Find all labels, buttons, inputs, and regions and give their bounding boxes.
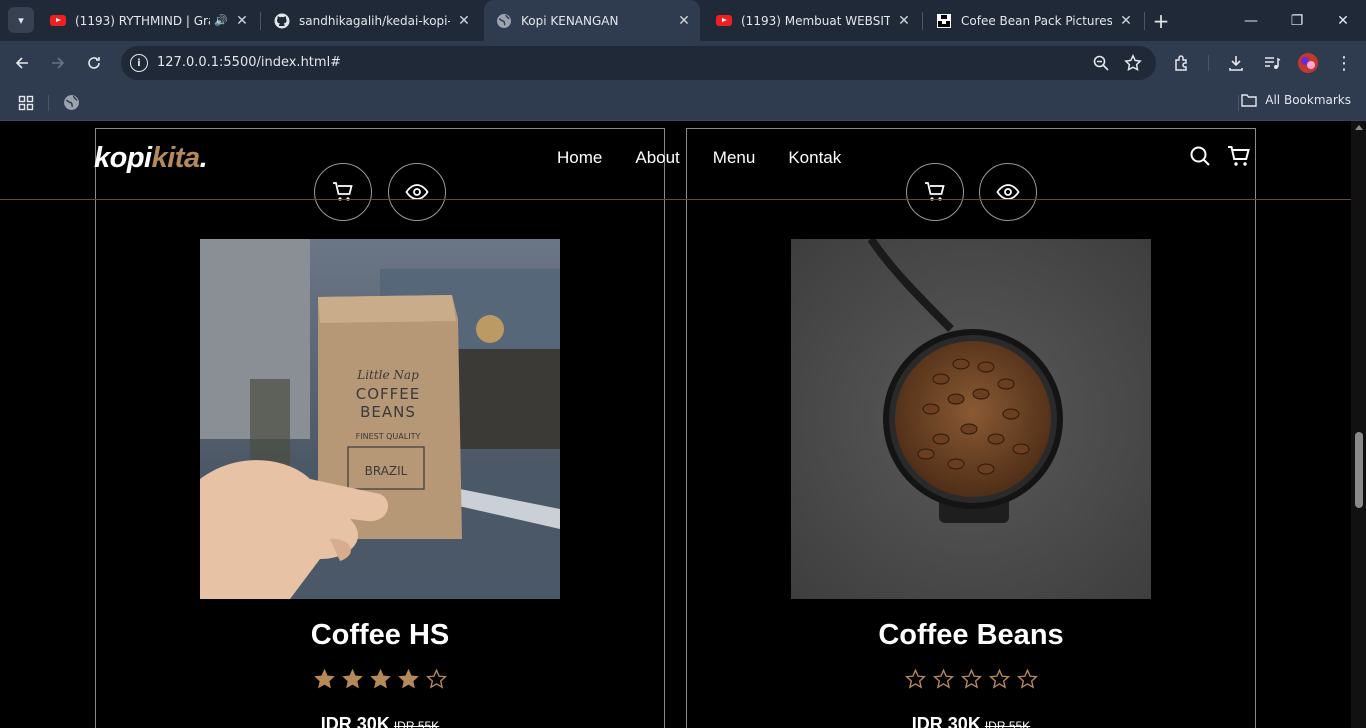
product-price: IDR 30K IDR 55K	[96, 714, 664, 728]
close-tab-icon[interactable]: ✕	[896, 13, 912, 29]
unsplash-icon	[936, 13, 952, 29]
star-filled-icon	[341, 669, 363, 689]
svg-text:COFFEE: COFFEE	[356, 385, 421, 403]
star-outline-icon	[988, 669, 1010, 689]
page-viewport: Little Nap COFFEE BEANS FINEST QUALITY B…	[0, 121, 1351, 728]
scroll-up-arrow-icon[interactable]	[1355, 125, 1363, 130]
youtube-icon	[716, 13, 732, 29]
old-price: IDR 55K	[984, 719, 1031, 728]
star-outline-icon	[425, 669, 447, 689]
product-image-coffee-grinder	[791, 239, 1151, 599]
back-button[interactable]	[8, 49, 36, 77]
minimize-button[interactable]: —	[1228, 0, 1274, 41]
more-menu-icon[interactable]: ⋮	[1330, 49, 1358, 77]
arrow-left-icon	[15, 57, 28, 69]
star-filled-icon	[369, 669, 391, 689]
scrollbar-thumb[interactable]	[1355, 432, 1363, 508]
close-window-button[interactable]: ✕	[1320, 0, 1366, 41]
close-tab-icon[interactable]: ✕	[676, 13, 692, 29]
product-card: Coffee Beans IDR 30K IDR 55K	[686, 128, 1256, 728]
nav-link-about[interactable]: About	[635, 148, 679, 168]
browser-tab-5[interactable]: Cofee Bean Pack Pictures | D ✕	[924, 0, 1142, 41]
media-control-button[interactable]	[1258, 49, 1286, 77]
navbar-extras	[1189, 145, 1251, 171]
product-price: IDR 30K IDR 55K	[687, 714, 1255, 728]
tab-search-button[interactable]: ▾	[8, 7, 34, 33]
svg-text:BRAZIL: BRAZIL	[365, 464, 408, 478]
browser-tab-2[interactable]: sandhikagalih/kedai-kopi-ke ✕	[262, 0, 480, 41]
reload-icon	[88, 57, 100, 69]
apps-grid-icon[interactable]	[18, 95, 34, 115]
profile-avatar[interactable]	[1294, 49, 1322, 77]
product-rating	[687, 669, 1255, 689]
globe-icon	[496, 13, 512, 29]
old-price: IDR 55K	[393, 719, 440, 728]
product-name: Coffee Beans	[878, 619, 1064, 651]
all-bookmarks-button[interactable]: All Bookmarks	[1241, 93, 1351, 107]
browser-tab-active[interactable]: Kopi KENANGAN ✕	[484, 0, 700, 41]
svg-text:FINEST QUALITY: FINEST QUALITY	[356, 432, 421, 441]
github-icon	[274, 13, 290, 29]
reload-button[interactable]	[80, 49, 108, 77]
product-card: Little Nap COFFEE BEANS FINEST QUALITY B…	[95, 128, 665, 728]
globe-icon[interactable]	[63, 94, 80, 115]
download-icon	[1229, 56, 1243, 71]
nav-link-kontak[interactable]: Kontak	[788, 148, 841, 168]
svg-text:BEANS: BEANS	[360, 403, 416, 421]
close-tab-icon[interactable]: ✕	[1118, 13, 1134, 29]
product-image-coffee-bag: Little Nap COFFEE BEANS FINEST QUALITY B…	[200, 239, 560, 599]
page-scrollbar[interactable]	[1351, 121, 1366, 728]
zoom-icon[interactable]	[1092, 54, 1110, 76]
main-menu: Home About Menu Kontak	[557, 148, 841, 168]
downloads-button[interactable]	[1222, 49, 1250, 77]
bookmarks-bar: All Bookmarks	[0, 85, 1366, 121]
site-logo[interactable]: kopikita.	[94, 142, 208, 175]
restore-button[interactable]: ❐	[1274, 0, 1320, 41]
url-text[interactable]: 127.0.0.1:5500/index.html#	[157, 55, 341, 70]
media-queue-icon	[1265, 57, 1281, 69]
star-outline-icon	[932, 669, 954, 689]
star-filled-icon	[397, 669, 419, 689]
close-tab-icon[interactable]: ✕	[456, 13, 472, 29]
address-bar[interactable]: i 127.0.0.1:5500/index.html#	[121, 46, 1156, 80]
svg-text:Little Nap: Little Nap	[356, 368, 419, 382]
browser-tab-1[interactable]: (1193) RYTHMIND | Gran 🔊 ✕	[38, 0, 258, 41]
folder-icon	[1241, 94, 1257, 107]
current-price: IDR 30K	[320, 714, 390, 728]
current-price: IDR 30K	[911, 714, 981, 728]
bookmark-star-icon[interactable]	[1124, 54, 1142, 76]
site-navbar: kopikita. Home About Menu Kontak	[0, 121, 1351, 200]
close-tab-icon[interactable]: ✕	[234, 13, 250, 29]
search-icon[interactable]	[1189, 145, 1211, 171]
shopping-cart-icon[interactable]	[1227, 145, 1251, 171]
puzzle-icon	[1175, 55, 1187, 71]
forward-button[interactable]	[44, 49, 72, 77]
arrow-right-icon	[52, 57, 65, 69]
new-tab-button[interactable]: +	[1146, 0, 1176, 41]
browser-toolbar: i 127.0.0.1:5500/index.html# ⋮	[0, 41, 1366, 85]
extensions-button[interactable]	[1168, 49, 1196, 77]
nav-link-home[interactable]: Home	[557, 148, 602, 168]
product-rating	[96, 669, 664, 689]
browser-tab-strip: ▾ (1193) RYTHMIND | Gran 🔊 ✕ sandhikagal…	[0, 0, 1366, 41]
star-outline-icon	[904, 669, 926, 689]
site-info-icon[interactable]: i	[130, 54, 148, 72]
youtube-icon	[50, 13, 66, 29]
star-outline-icon	[1016, 669, 1038, 689]
nav-link-menu[interactable]: Menu	[713, 148, 756, 168]
browser-tab-4[interactable]: (1193) Membuat WEBSITE K ✕	[704, 0, 920, 41]
star-outline-icon	[960, 669, 982, 689]
star-filled-icon	[313, 669, 335, 689]
product-name: Coffee HS	[310, 619, 450, 651]
audio-playing-icon[interactable]: 🔊	[214, 14, 228, 27]
